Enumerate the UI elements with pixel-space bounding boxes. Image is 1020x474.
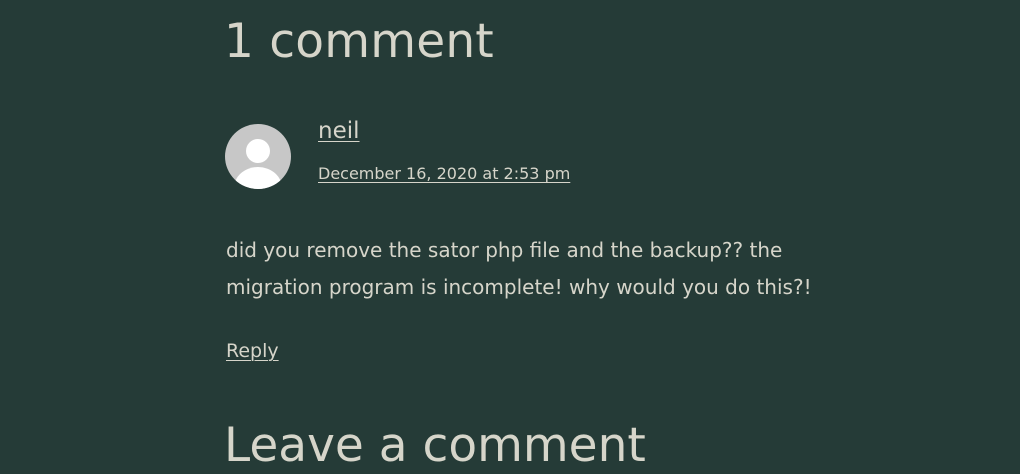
user-silhouette-icon [234, 139, 282, 189]
reply-link[interactable]: Reply [226, 340, 279, 363]
leave-comment-heading: Leave a comment [224, 418, 646, 473]
comments-title: 1 comment [224, 14, 494, 69]
comment-text: did you remove the sator php file and th… [226, 238, 812, 299]
avatar [225, 124, 291, 189]
comment-author-link[interactable]: neil [318, 118, 360, 146]
comment-date-link[interactable]: December 16, 2020 at 2:53 pm [318, 164, 570, 183]
